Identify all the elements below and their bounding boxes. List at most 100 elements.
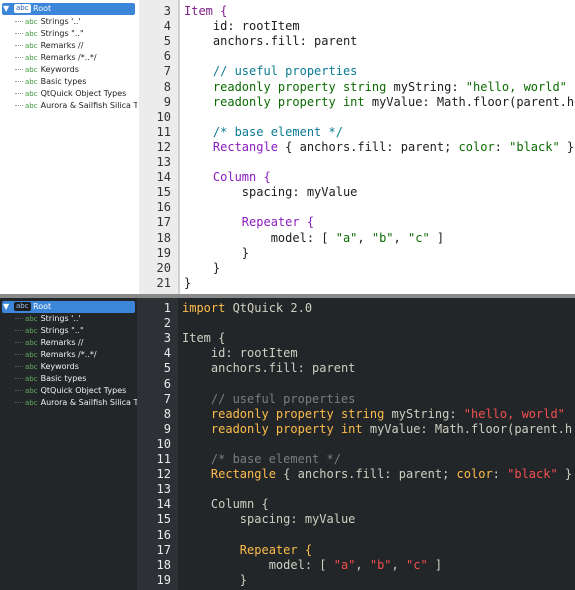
tree-guide — [15, 57, 23, 58]
tree-guide — [15, 390, 23, 391]
tree-root-item[interactable]: ▼ abc Root — [2, 301, 135, 313]
line-number: 6 — [163, 376, 171, 391]
abc-icon: abc — [25, 375, 38, 383]
code-token: readonly property string — [182, 406, 392, 421]
code-line: Rectangle { anchors.fill: parent; color:… — [182, 467, 572, 482]
line-number: 11 — [156, 452, 171, 466]
tree-item-label: Aurora & Sailfish Silica T — [40, 398, 137, 407]
code-token: "c" — [406, 557, 428, 572]
line-number: 4 — [163, 19, 171, 34]
line-number: 5 — [163, 34, 171, 49]
line-number: 4 — [163, 346, 171, 361]
tree-item[interactable]: abc Strings '..' — [15, 313, 81, 325]
code-line: model: [ "a", "b", "c" ] — [184, 231, 444, 246]
tree-item[interactable]: abc Strings '..' — [15, 16, 81, 28]
tree-item[interactable]: abc Strings ".." — [15, 325, 84, 337]
line-number: 5 — [163, 361, 171, 376]
line-number: 15 — [156, 512, 171, 527]
abc-icon: abc — [14, 302, 31, 311]
tree-root-item[interactable]: ▼ abc Root — [2, 3, 135, 15]
line-number: 6 — [163, 49, 171, 64]
abc-icon: abc — [25, 102, 38, 110]
code-token: Repeater { — [182, 542, 313, 557]
line-number: 3 — [163, 331, 171, 346]
code-token: readonly property int — [184, 94, 372, 109]
tree-item-label: Aurora & Sailfish Silica T — [40, 101, 138, 110]
code-token: spacing: myValue — [184, 185, 358, 200]
code-line: spacing: myValue — [182, 512, 356, 527]
tree-item[interactable]: abc Remarks /*..*/ — [15, 349, 97, 361]
abc-icon: abc — [25, 339, 38, 347]
code-token: "a" — [335, 230, 358, 245]
abc-icon: abc — [14, 4, 31, 13]
code-editor[interactable]: import QtQuick 2.0 Item { id: rootItem an… — [178, 298, 575, 590]
code-token: anchors.fill: parent — [182, 361, 356, 376]
tree-item-label: Keywords — [40, 65, 79, 74]
code-token: myValue: Math.floor(parent.h — [369, 421, 573, 436]
tree-item[interactable]: abc Aurora & Sailfish Silica T — [15, 397, 137, 409]
line-number: 2 — [163, 316, 171, 331]
code-token: /* base element */ — [184, 124, 343, 139]
tree-guide — [15, 318, 23, 319]
line-number: 14 — [156, 170, 171, 185]
abc-icon: abc — [25, 54, 38, 62]
code-token: "black" — [509, 139, 560, 154]
abc-icon: abc — [25, 387, 38, 395]
line-number-gutter: 3 4 5 6 7 8 9 10 11 12 13 14 15 16 17 18 19 20 21 — [137, 0, 178, 296]
code-token: anchors.fill: parent — [184, 34, 358, 49]
line-number: 13 — [156, 482, 171, 497]
code-token: "c" — [408, 230, 430, 245]
tree-guide — [15, 366, 23, 367]
tree-item[interactable]: abc QtQuick Object Types — [15, 88, 126, 100]
tree-item[interactable]: abc Remarks // — [15, 40, 83, 52]
code-token: "hello, world" — [465, 79, 567, 94]
code-token: id: rootItem — [184, 19, 300, 34]
line-number: 7 — [163, 64, 171, 79]
tree-item[interactable]: abc Basic types — [15, 373, 86, 385]
tree-item[interactable]: abc Strings ".." — [15, 28, 84, 40]
abc-icon: abc — [25, 363, 38, 371]
abc-icon: abc — [25, 30, 38, 38]
line-number: 13 — [156, 155, 171, 169]
line-number-gutter: 1 2 3 4 5 6 7 8 9 10 11 12 13 14 15 16 17 18 19 — [137, 298, 178, 590]
tree-guide — [15, 402, 23, 403]
tree-item[interactable]: abc Remarks /*..*/ — [15, 52, 97, 64]
tree-item[interactable]: abc Keywords — [15, 64, 79, 76]
code-line: model: [ "a", "b", "c" ] — [182, 558, 442, 573]
code-editor[interactable]: Item { id: rootItem anchors.fill: parent… — [178, 0, 575, 296]
tree-item[interactable]: abc QtQuick Object Types — [15, 385, 126, 397]
tree-guide — [15, 330, 23, 331]
syntax-tree-panel: ▼ abc Root abc Strings '..' abc Strings "..… — [0, 298, 137, 590]
tree-item[interactable]: abc Keywords — [15, 361, 79, 373]
code-line: readonly property string myString: "hell… — [184, 80, 567, 95]
line-number: 12 — [156, 467, 171, 482]
tree-item[interactable]: abc Remarks // — [15, 337, 83, 349]
code-token: // useful properties — [182, 391, 356, 406]
code-line: } — [184, 246, 249, 261]
code-token: QtQuick 2.0 — [232, 301, 313, 315]
tree-guide — [15, 69, 23, 70]
code-token: : — [494, 139, 510, 154]
code-token: Rectangle — [182, 467, 276, 482]
expand-arrow-icon[interactable]: ▼ — [3, 301, 9, 313]
tree-item-label: QtQuick Object Types — [40, 386, 127, 395]
code-line: readonly property string myString: "hell… — [182, 407, 565, 422]
tree-item-label: Remarks /*..*/ — [40, 53, 97, 62]
code-line: id: rootItem — [182, 346, 298, 361]
code-token: import — [182, 301, 233, 315]
code-token: /* base element */ — [182, 452, 341, 466]
code-token: Rectangle — [184, 139, 278, 154]
code-token: ] — [427, 557, 443, 572]
tree-guide — [15, 33, 23, 34]
tree-item-label: Remarks // — [40, 338, 84, 347]
expand-arrow-icon[interactable]: ▼ — [3, 3, 9, 15]
tree-item[interactable]: abc Aurora & Sailfish Silica T — [15, 100, 138, 112]
code-token: Item { — [182, 331, 226, 346]
abc-icon: abc — [25, 66, 38, 74]
tree-item[interactable]: abc Basic types — [15, 76, 86, 88]
line-number: 10 — [156, 109, 171, 124]
line-number: 20 — [156, 260, 171, 275]
code-token: "b" — [369, 557, 392, 572]
tree-item-label: Basic types — [40, 374, 87, 383]
code-line: /* base element */ — [182, 452, 341, 467]
